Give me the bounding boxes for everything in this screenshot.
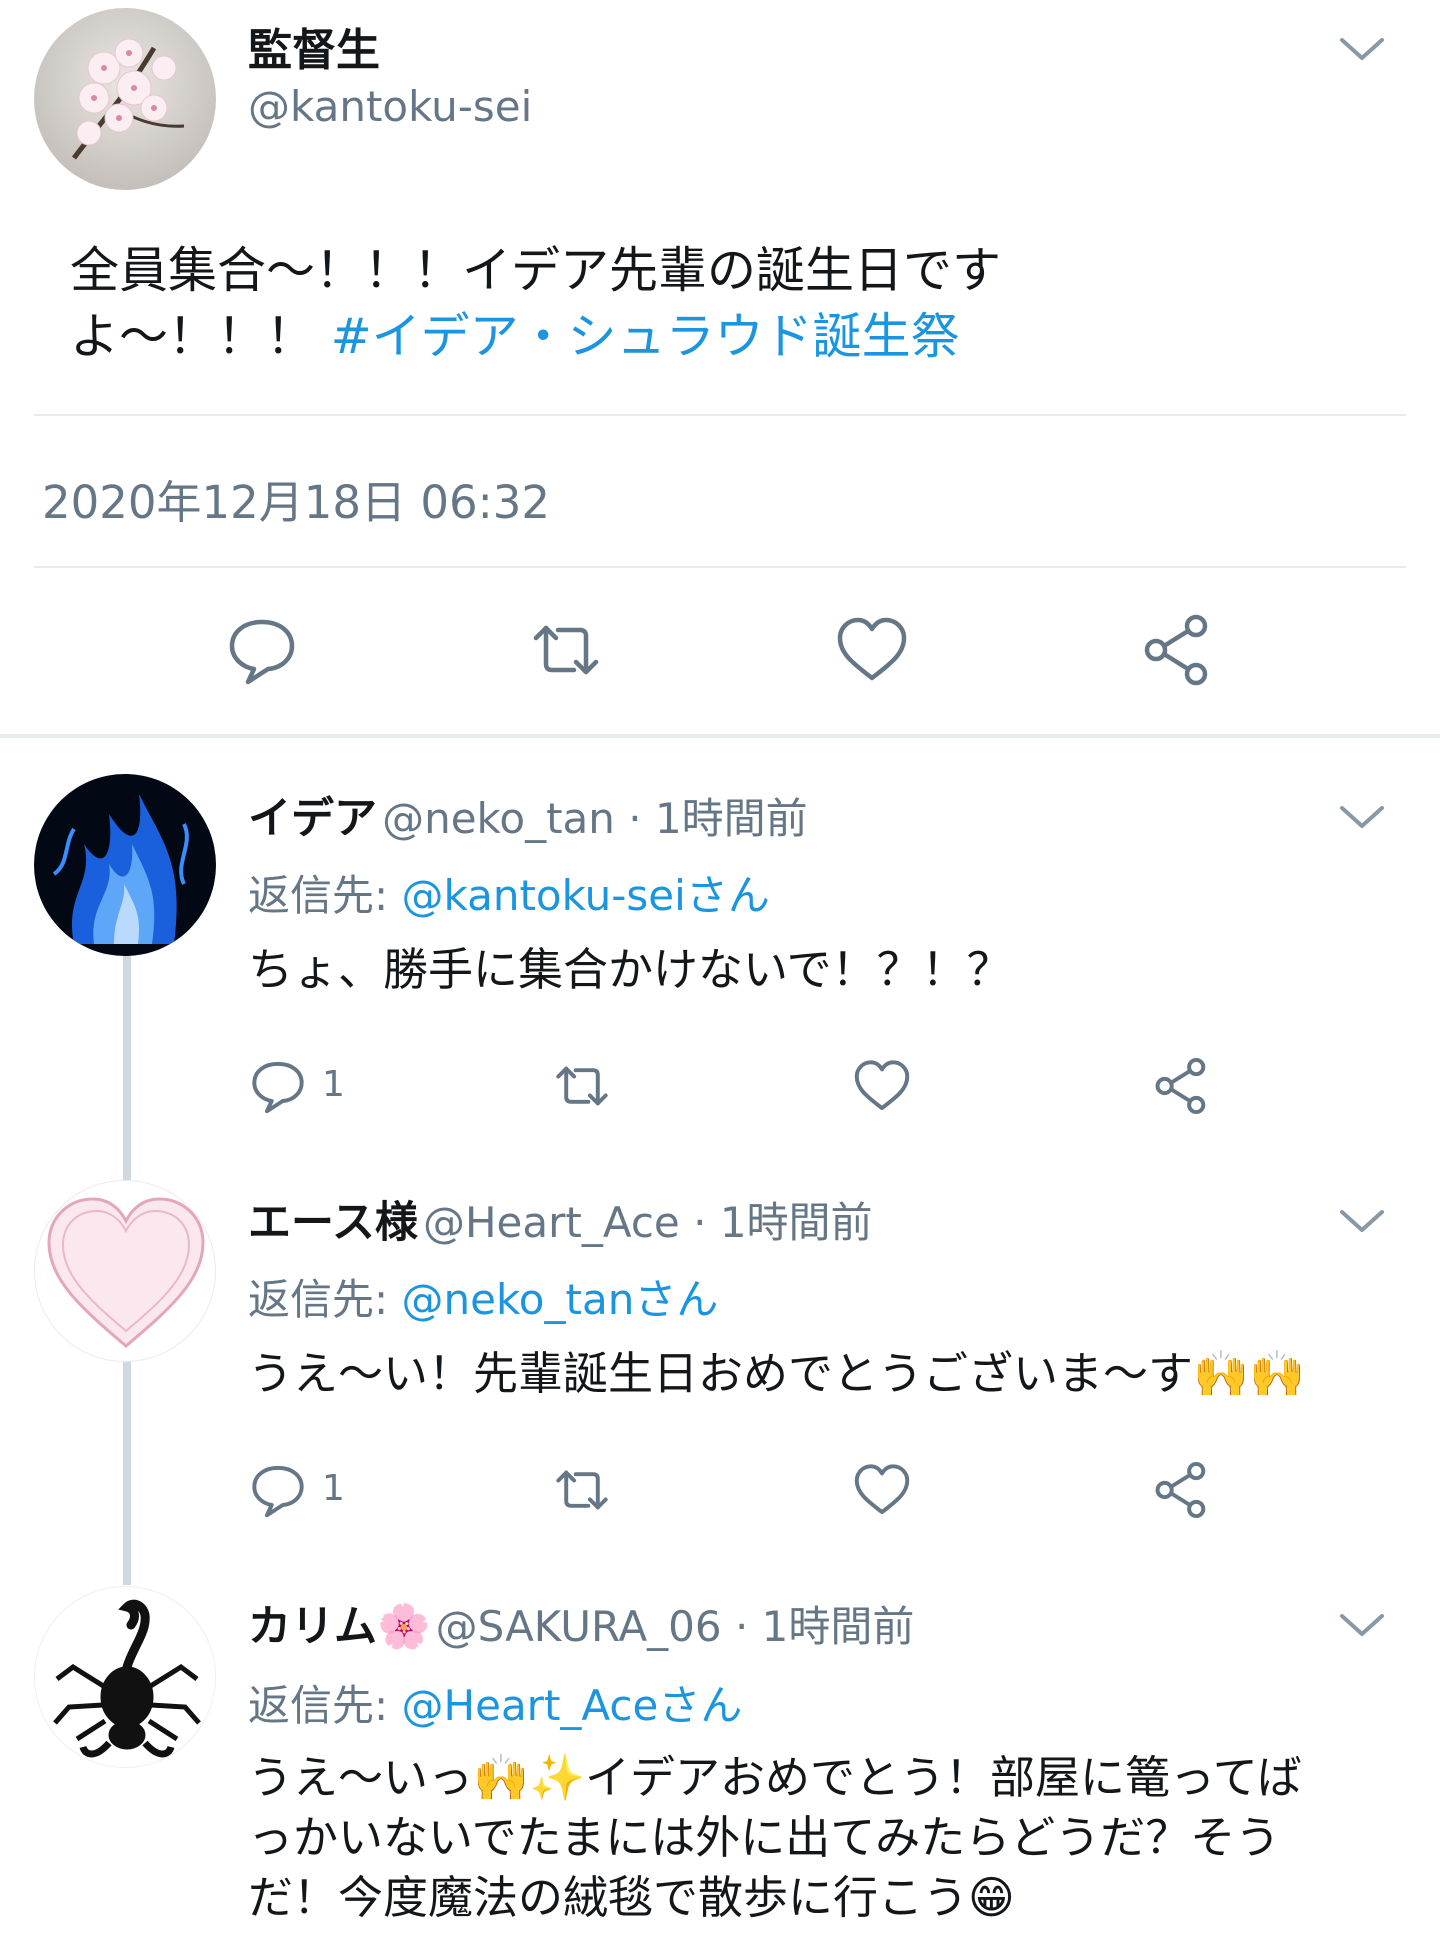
timestamp: 2020年12月18日 06:32	[42, 476, 551, 529]
chevron-down-icon[interactable]	[1338, 34, 1386, 64]
reply-header: カリム🌸 @SAKURA_06 · 1時間前	[248, 1592, 914, 1654]
mention-link[interactable]: @neko_tanさん	[402, 1275, 719, 1324]
divider	[34, 414, 1406, 416]
share-icon[interactable]	[1140, 612, 1216, 688]
thread-connector	[123, 1360, 131, 1585]
reply-header: イデア @neko_tan · 1時間前	[248, 784, 808, 846]
tweet-text: 全員集合〜！！！イデア先輩の誕生日です よ〜！！！ #イデア・シュラウド誕生祭	[70, 238, 1150, 370]
handle-time: @SAKURA_06 · 1時間前	[435, 1602, 915, 1651]
author-name[interactable]: 監督生	[248, 14, 380, 78]
reply-to: 返信先: @Heart_Aceさん	[248, 1672, 742, 1733]
avatar[interactable]	[34, 1180, 216, 1362]
author-name[interactable]: イデア	[248, 794, 377, 844]
chevron-down-icon[interactable]	[1338, 1610, 1386, 1640]
avatar[interactable]	[34, 774, 216, 956]
reply-to-label: 返信先:	[248, 871, 402, 920]
mention-link[interactable]: @Heart_Aceさん	[402, 1681, 743, 1730]
reply-text: ちょ、勝手に集合かけないで！？！？	[248, 943, 1012, 996]
like-icon[interactable]	[852, 1056, 912, 1116]
chevron-down-icon[interactable]	[1338, 1206, 1386, 1236]
retweet-icon[interactable]	[552, 1460, 612, 1520]
hashtag-link[interactable]: #イデア・シュラウド誕生祭	[331, 308, 960, 365]
author-name[interactable]: カリム🌸	[248, 1602, 431, 1652]
thread-connector	[123, 955, 131, 1180]
reply-to: 返信先: @neko_tanさん	[248, 1266, 718, 1327]
share-icon[interactable]	[1152, 1056, 1212, 1116]
reply-text: うえ〜い！先輩誕生日おめでとうございま〜す🙌🙌	[248, 1347, 1306, 1400]
mention-link[interactable]: @kantoku-seiさん	[402, 871, 770, 920]
like-icon[interactable]	[834, 612, 910, 688]
retweet-icon[interactable]	[552, 1056, 612, 1116]
reply-to-label: 返信先:	[248, 1681, 402, 1730]
reply-to-label: 返信先:	[248, 1275, 402, 1324]
reply-icon[interactable]	[248, 1056, 308, 1116]
retweet-icon[interactable]	[528, 612, 604, 688]
author-name[interactable]: エース様	[248, 1198, 418, 1248]
reply-count: 1	[322, 1468, 345, 1509]
reply-text: うえ〜いっ🙌✨イデアおめでとう！部屋に篭ってば っかいないでたまには外に出てみた…	[248, 1751, 1302, 1924]
handle-time: @Heart_Ace · 1時間前	[422, 1198, 873, 1247]
share-icon[interactable]	[1152, 1460, 1212, 1520]
reply-to: 返信先: @kantoku-seiさん	[248, 862, 770, 923]
divider	[34, 566, 1406, 568]
reply-header: エース様 @Heart_Ace · 1時間前	[248, 1188, 873, 1250]
like-icon[interactable]	[852, 1460, 912, 1520]
reply-icon[interactable]	[224, 612, 300, 688]
avatar[interactable]	[34, 8, 216, 190]
author-handle[interactable]: @kantoku-sei	[248, 82, 532, 131]
reply-count: 1	[322, 1064, 345, 1105]
reply-icon[interactable]	[248, 1460, 308, 1520]
avatar[interactable]	[34, 1586, 216, 1768]
section-divider	[0, 734, 1440, 738]
handle-time: @neko_tan · 1時間前	[382, 794, 808, 843]
chevron-down-icon[interactable]	[1338, 802, 1386, 832]
